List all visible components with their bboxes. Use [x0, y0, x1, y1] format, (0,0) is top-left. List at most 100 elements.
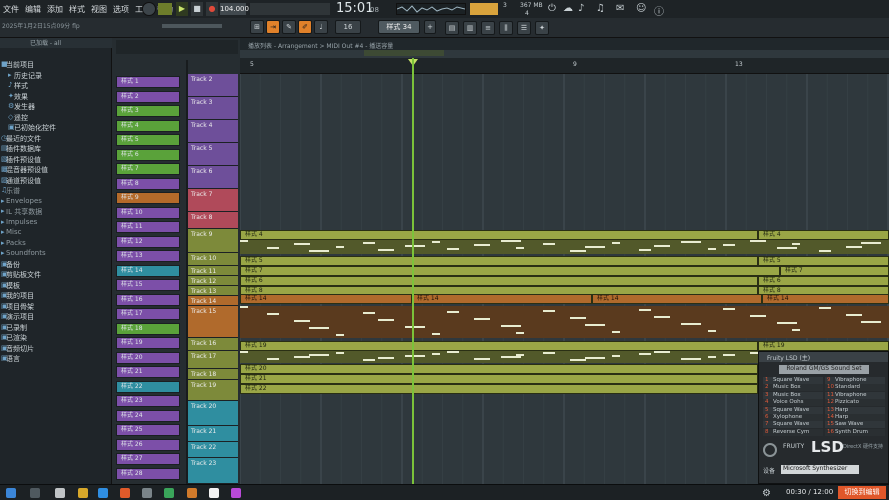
pattern-clip[interactable]: 样式 14: [240, 294, 412, 304]
browser-item[interactable]: 发生器: [14, 102, 35, 112]
lsd-channel-row[interactable]: 5 Square Wave: [763, 406, 823, 414]
mixer-icon[interactable]: ⫼: [499, 21, 513, 35]
lsd-channel-row[interactable]: 8 Reverse Cym: [763, 428, 823, 436]
browser-item[interactable]: 乐谱: [6, 186, 20, 196]
pattern-item[interactable]: 样式 6: [116, 148, 180, 161]
track-header[interactable]: Track 23: [188, 458, 238, 484]
menu-file[interactable]: 文件: [0, 4, 22, 15]
step-selector[interactable]: 16: [335, 20, 361, 34]
metronome-icon[interactable]: ♩: [314, 20, 328, 34]
browser-item[interactable]: 音频切片: [6, 344, 34, 354]
browser-item[interactable]: 模板: [6, 281, 20, 291]
menu-options[interactable]: 选项: [110, 4, 132, 15]
pattern-clip[interactable]: 样式 5: [758, 256, 889, 266]
pattern-clip[interactable]: 样式 22: [240, 384, 758, 394]
pattern-clip[interactable]: 样式 4: [240, 230, 758, 240]
pattern-item[interactable]: 样式 25: [116, 424, 180, 436]
qq-icon[interactable]: [209, 488, 219, 498]
browser-item[interactable]: 当前项目: [6, 60, 34, 70]
browser-item[interactable]: Misc: [6, 228, 21, 238]
pattern-item[interactable]: 样式 13: [116, 250, 180, 262]
pattern-item[interactable]: 样式 26: [116, 438, 180, 451]
track-header[interactable]: Track 22: [188, 442, 238, 458]
track-header[interactable]: Track 13: [188, 286, 238, 296]
browser-item[interactable]: 效果: [14, 92, 28, 102]
browser-item[interactable]: 插件数据库: [6, 144, 41, 154]
browser-item[interactable]: 备份: [6, 260, 20, 270]
track-header[interactable]: Track 7: [188, 189, 238, 212]
browser-item[interactable]: Soundfonts: [6, 249, 46, 259]
lsd-channel-row[interactable]: 10Standard: [825, 384, 885, 392]
lsd-channel-row[interactable]: 3 Music Box: [763, 391, 823, 399]
brush-icon[interactable]: ✐: [298, 20, 312, 34]
track-header[interactable]: Track 6: [188, 166, 238, 189]
pattern-item[interactable]: 样式 9: [116, 192, 180, 204]
play-button[interactable]: ▶: [176, 2, 188, 16]
app-taskbar-icon[interactable]: [120, 488, 130, 498]
cloud-icon[interactable]: ☁: [563, 3, 573, 14]
browser-item[interactable]: 插件预设值: [6, 155, 41, 165]
pattern-item[interactable]: 样式 2: [116, 90, 180, 103]
browser-item[interactable]: Envelopes: [6, 197, 42, 207]
pattern-clip[interactable]: 样式 20: [240, 364, 758, 374]
pattern-item[interactable]: 样式 17: [116, 308, 180, 320]
playlist-icon[interactable]: ▤: [445, 21, 459, 35]
pattern-item[interactable]: 样式 7: [116, 163, 180, 175]
add-pattern-icon[interactable]: +: [424, 20, 436, 34]
playhead-line[interactable]: [412, 58, 414, 484]
browser-item[interactable]: 最近的文件: [6, 134, 41, 144]
track-header[interactable]: Track 10: [188, 253, 238, 266]
track-header[interactable]: Track 14: [188, 296, 238, 306]
mic-icon[interactable]: ♪: [578, 3, 584, 14]
pattern-item[interactable]: 样式 24: [116, 409, 180, 422]
lsd-channel-row[interactable]: 6 Xylophone: [763, 414, 823, 421]
pattern-clip[interactable]: 样式 6: [240, 276, 758, 286]
tray-settings-icon[interactable]: ⚙: [762, 488, 771, 499]
browser-item[interactable]: 演示项目: [6, 312, 34, 322]
browser-item[interactable]: Packs: [6, 239, 26, 249]
lsd-channel-row[interactable]: 11Vibraphone: [825, 391, 885, 399]
pattern-mode-icon[interactable]: ⊞: [250, 20, 264, 34]
browser-item[interactable]: 历史记录: [14, 71, 42, 81]
track-header[interactable]: Track 15: [188, 306, 238, 338]
pattern-item[interactable]: 样式 3: [116, 105, 180, 117]
pattern-item[interactable]: 样式 21: [116, 366, 180, 378]
browser-item[interactable]: 语言: [6, 354, 20, 364]
browser-item[interactable]: 通道预设值: [6, 176, 41, 186]
pattern-item[interactable]: 样式 4: [116, 119, 180, 132]
channel-rack-icon[interactable]: ≡: [481, 21, 495, 35]
browser-item[interactable]: 遥控: [14, 113, 28, 123]
browser-item[interactable]: 已初始化控件: [14, 123, 56, 133]
browser-item[interactable]: IL 共享数据: [6, 207, 42, 217]
sound-set-name[interactable]: Roland GM/GS Sound Set: [779, 365, 869, 374]
piano-roll-icon[interactable]: ▥: [463, 21, 477, 35]
file-explorer-icon[interactable]: [78, 488, 88, 498]
master-pitch-slider[interactable]: [162, 24, 222, 28]
browser-item[interactable]: 剪贴板文件: [6, 270, 41, 280]
track-header[interactable]: Track 9: [188, 229, 238, 253]
pattern-item[interactable]: 样式 19: [116, 337, 180, 349]
pattern-clip[interactable]: 样式 5: [240, 256, 758, 266]
chat-icon[interactable]: ✉: [616, 3, 624, 14]
pattern-item[interactable]: 样式 12: [116, 235, 180, 248]
pattern-clip[interactable]: 样式 14: [592, 294, 762, 304]
browser-item[interactable]: 混音器预设值: [6, 165, 48, 175]
pattern-item[interactable]: 样式 5: [116, 134, 180, 146]
pattern-clip[interactable]: 样式 19: [240, 341, 758, 351]
pattern-clip[interactable]: 样式 14: [412, 294, 592, 304]
song-mode-toggle[interactable]: [158, 3, 172, 15]
track-header[interactable]: Track 17: [188, 351, 238, 369]
pattern-item[interactable]: 样式 23: [116, 395, 180, 407]
browser-icon[interactable]: ☰: [517, 21, 531, 35]
pattern-clip[interactable]: 样式 21: [240, 374, 758, 384]
browser-item[interactable]: 已录制: [6, 323, 27, 333]
power-icon[interactable]: ⏻: [548, 3, 556, 14]
pattern-item[interactable]: 样式 10: [116, 206, 180, 219]
track-header[interactable]: Track 16: [188, 338, 238, 351]
pencil-icon[interactable]: ✎: [282, 20, 296, 34]
track-header[interactable]: Track 19: [188, 380, 238, 401]
pattern-item[interactable]: 样式 18: [116, 322, 180, 335]
menu-view[interactable]: 视图: [88, 4, 110, 15]
pattern-item[interactable]: 样式 15: [116, 279, 180, 291]
windows-start-icon[interactable]: [6, 488, 16, 498]
